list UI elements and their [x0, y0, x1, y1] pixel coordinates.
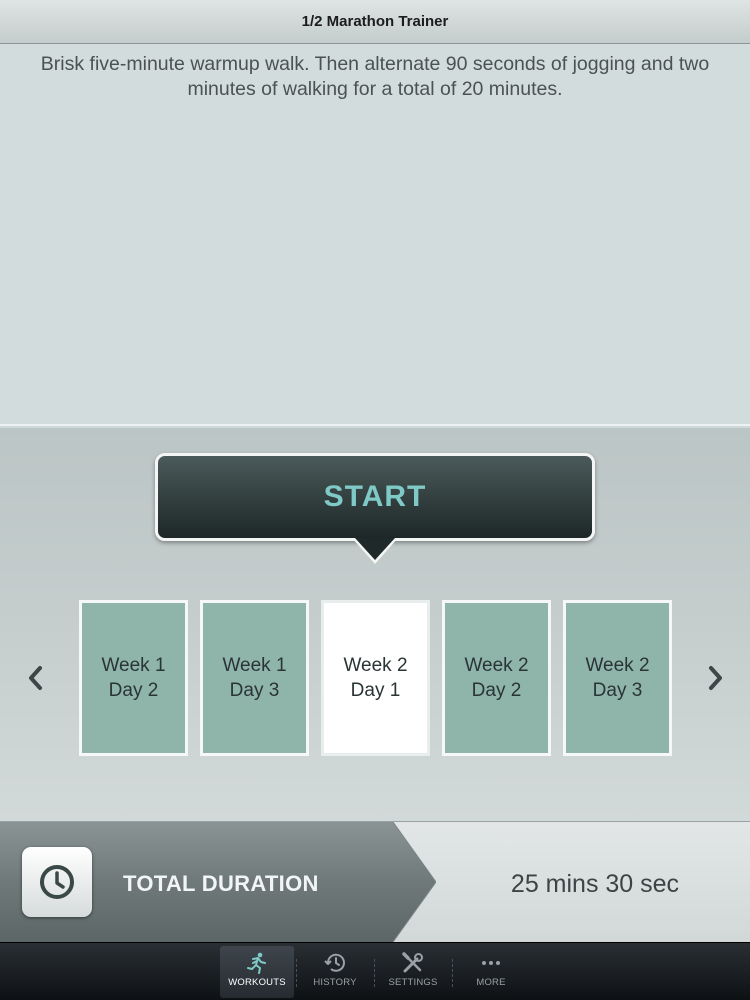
title-bar: 1/2 Marathon Trainer	[0, 0, 750, 44]
history-icon	[323, 952, 347, 974]
total-duration-bar: TOTAL DURATION 25 mins 30 sec	[0, 821, 750, 942]
tab-separator	[452, 959, 453, 987]
next-arrow-icon[interactable]	[701, 663, 731, 693]
day-tile-day: Day 3	[592, 680, 643, 701]
day-tile[interactable]: Week 2 Day 3	[563, 600, 672, 756]
day-tile-label: Week 2 Day 2	[464, 653, 528, 703]
clock-button	[22, 847, 92, 917]
runner-icon	[245, 952, 269, 974]
day-tile-day: Day 2	[471, 680, 522, 701]
start-button[interactable]: START	[155, 453, 595, 541]
total-duration-label: TOTAL DURATION	[123, 871, 319, 896]
tab-separator	[374, 959, 375, 987]
tab-workouts[interactable]: WORKOUTS	[220, 946, 294, 998]
day-tile[interactable]: Week 2 Day 2	[442, 600, 551, 756]
tab-history[interactable]: HISTORY	[298, 946, 372, 998]
day-tile-label: Week 1 Day 3	[222, 653, 286, 703]
day-tile-day: Day 1	[350, 680, 401, 701]
day-tile-week: Week 1	[101, 655, 166, 676]
day-tile-week: Week 2	[343, 655, 408, 676]
day-tile-week: Week 1	[222, 655, 287, 676]
clock-icon	[40, 865, 74, 899]
workout-description-panel: Brisk five-minute warmup walk. Then alte…	[0, 44, 750, 426]
previous-arrow-icon[interactable]	[20, 663, 50, 693]
workout-description: Brisk five-minute warmup walk. Then alte…	[40, 53, 710, 100]
tab-more[interactable]: MORE	[454, 946, 528, 998]
more-icon	[479, 952, 503, 974]
day-tile-label: Week 2 Day 3	[585, 653, 649, 703]
day-tile[interactable]: Week 1 Day 3	[200, 600, 309, 756]
day-tile-selected[interactable]: Week 2 Day 1	[321, 600, 430, 756]
tab-label: HISTORY	[313, 977, 357, 988]
day-tile-label: Week 2 Day 1	[343, 653, 407, 703]
total-duration-value: 25 mins 30 sec	[510, 870, 680, 898]
workout-selector: START Week 1 Day 2 Week 1 Day 3 Week 2 D…	[0, 428, 750, 820]
start-button-label: START	[323, 480, 427, 513]
day-tile-week: Week 2	[585, 655, 650, 676]
tab-label: MORE	[476, 977, 506, 988]
app-title: 1/2 Marathon Trainer	[301, 13, 449, 30]
start-pointer-fill	[355, 538, 395, 560]
day-tile[interactable]: Week 1 Day 2	[79, 600, 188, 756]
day-tile-day: Day 3	[229, 680, 280, 701]
tab-label: WORKOUTS	[228, 977, 286, 988]
tab-label: SETTINGS	[388, 977, 438, 988]
day-tile-day: Day 2	[108, 680, 159, 701]
tab-separator	[296, 959, 297, 987]
tab-bar: WORKOUTS HISTORY SETTINGS MORE	[0, 942, 750, 1000]
day-tile-label: Week 1 Day 2	[101, 653, 165, 703]
tools-icon	[401, 952, 425, 974]
day-tile-week: Week 2	[464, 655, 529, 676]
tab-settings[interactable]: SETTINGS	[376, 946, 450, 998]
